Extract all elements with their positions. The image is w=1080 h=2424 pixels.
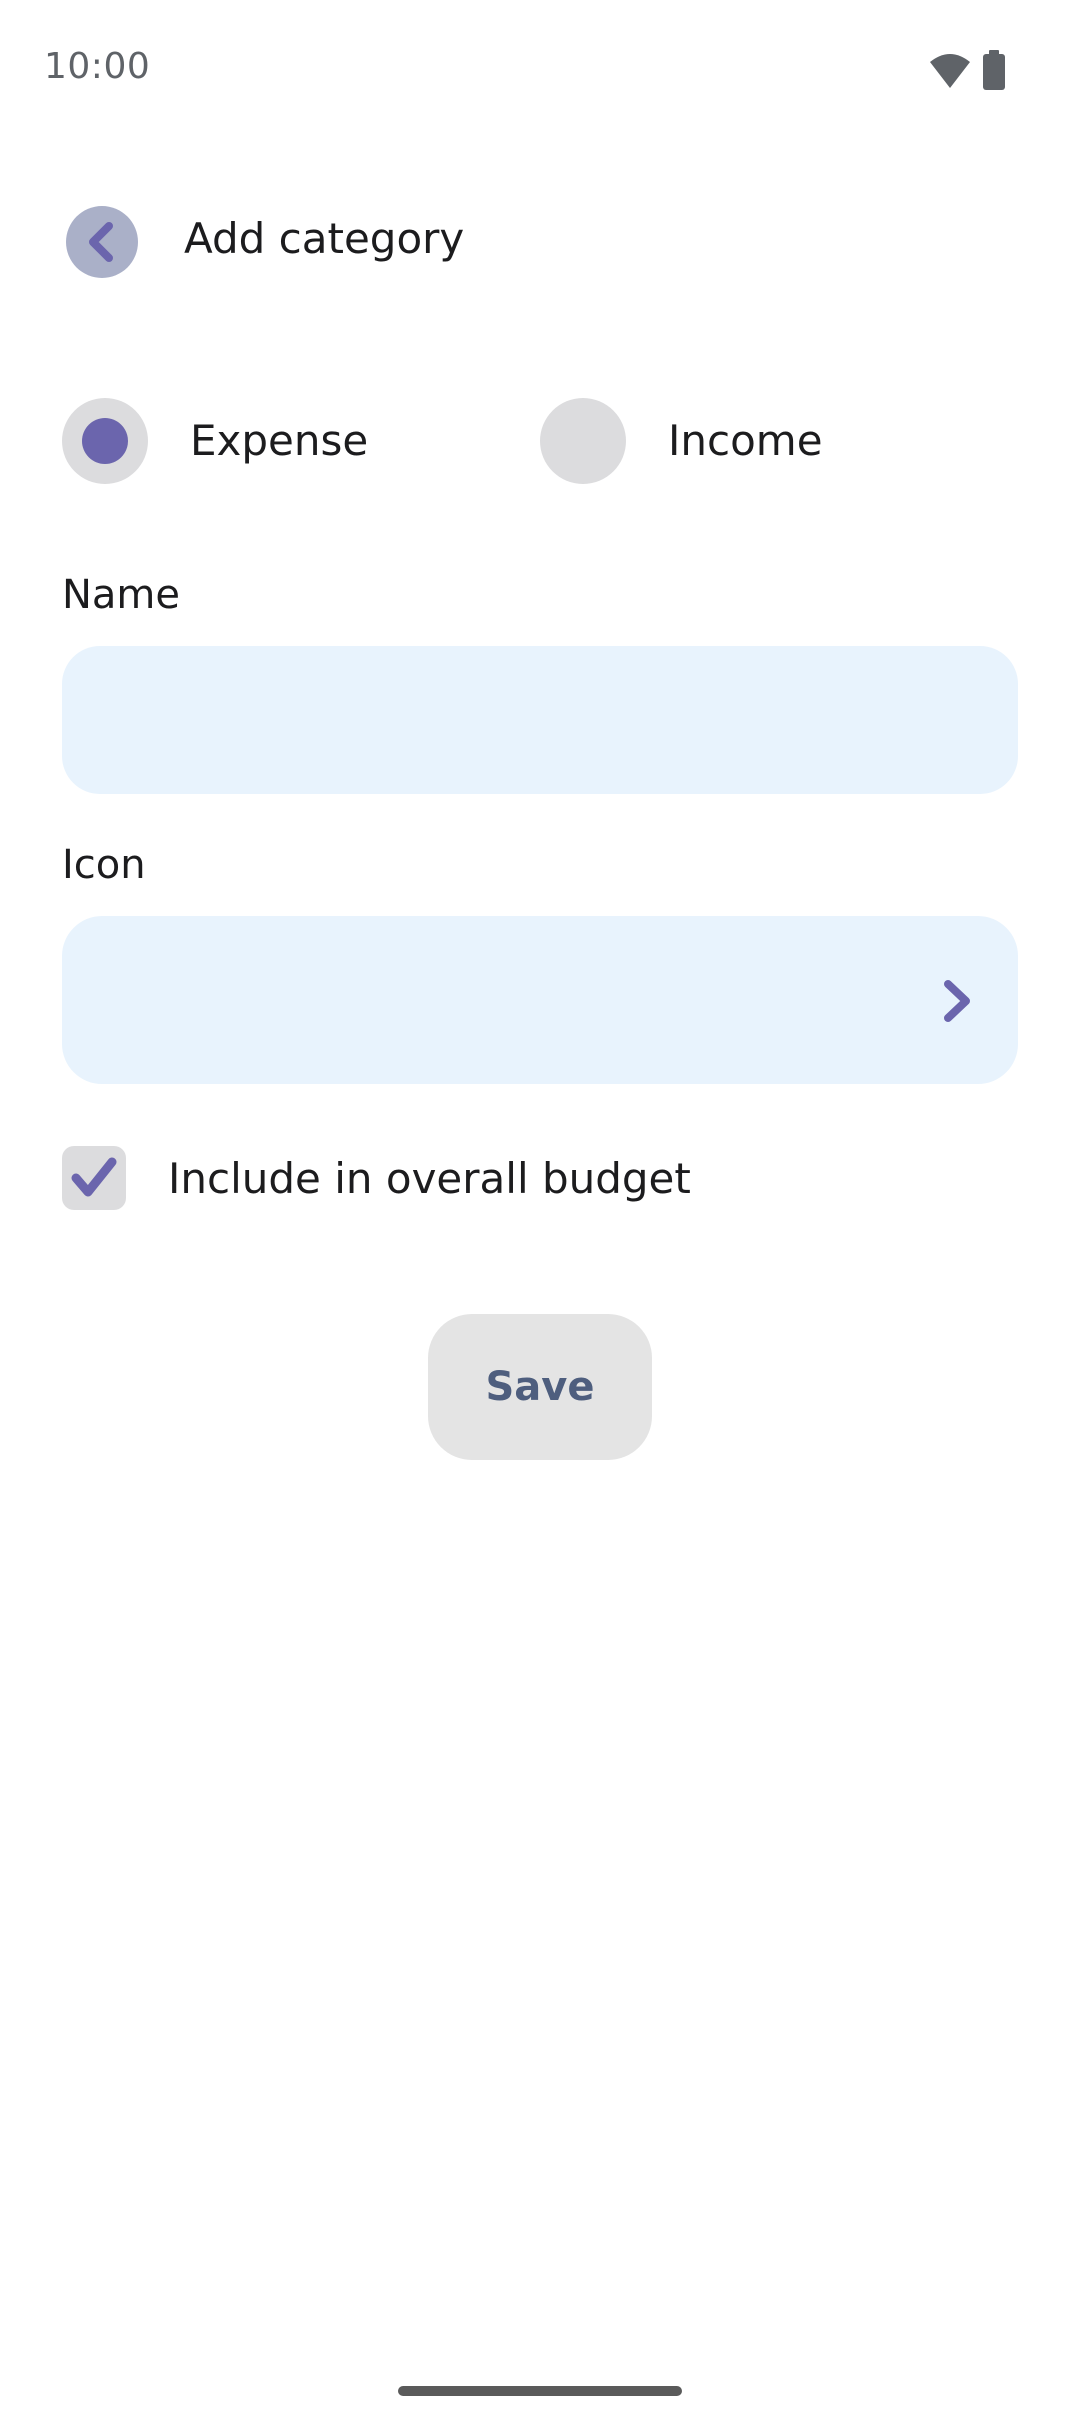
home-indicator[interactable] [398, 2386, 682, 2396]
battery-icon [983, 50, 1005, 90]
page-title: Add category [184, 214, 465, 263]
status-time: 10:00 [44, 46, 151, 87]
wifi-icon [930, 54, 970, 88]
status-bar: 10:00 [0, 0, 1080, 140]
income-radio[interactable] [540, 398, 626, 484]
name-label: Name [62, 572, 181, 618]
chevron-right-icon [944, 980, 970, 1022]
include-budget-checkbox[interactable] [62, 1146, 126, 1210]
income-radio-label[interactable]: Income [668, 416, 823, 465]
radio-selected-dot [82, 418, 128, 464]
checkmark-icon [71, 1157, 117, 1197]
include-budget-label[interactable]: Include in overall budget [168, 1154, 691, 1203]
name-input[interactable] [62, 646, 1018, 794]
expense-radio-label[interactable]: Expense [190, 416, 368, 465]
icon-picker[interactable] [62, 916, 1018, 1084]
save-button[interactable]: Save [428, 1314, 652, 1460]
chevron-left-icon [89, 222, 113, 262]
icon-label: Icon [62, 842, 146, 888]
back-button[interactable] [66, 206, 138, 278]
expense-radio[interactable] [62, 398, 148, 484]
